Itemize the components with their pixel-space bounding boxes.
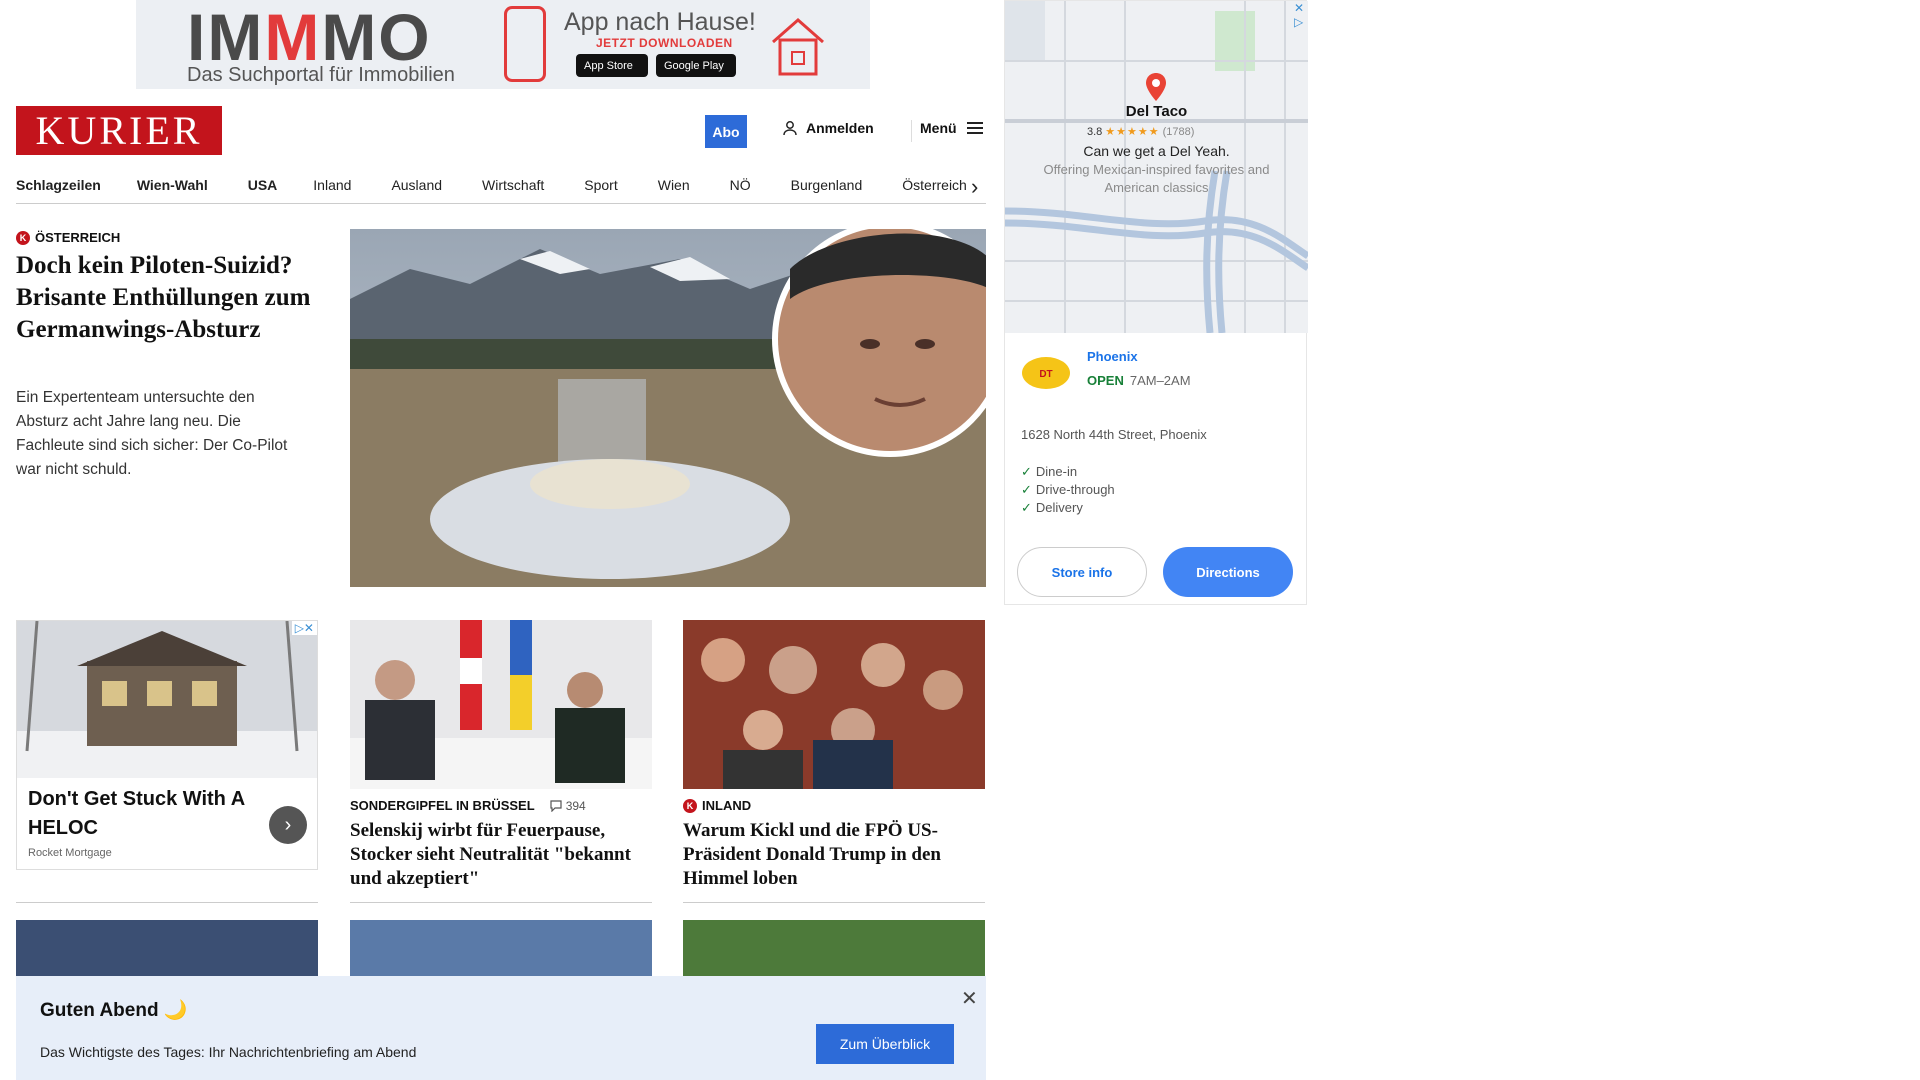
- nav-item-sport[interactable]: Sport: [584, 177, 617, 193]
- section-nav: Schlagzeilen Wien-Wahl USA Inland Auslan…: [16, 166, 986, 204]
- article-image-peek[interactable]: [350, 920, 652, 976]
- briefing-title: Guten Abend 🌙: [40, 1000, 188, 1021]
- login-label: Anmelden: [806, 120, 874, 136]
- store-features: ✓ Dine-in ✓ Drive-through ✓ Delivery: [1021, 463, 1115, 517]
- lead-photo: [350, 229, 986, 587]
- lead-teaser: Ein Expertenteam untersuchte den Absturz…: [16, 389, 288, 478]
- briefing-text: Das Wichtigste des Tages: Ihr Nachrichte…: [40, 1044, 417, 1060]
- check-icon: ✓: [1021, 464, 1032, 479]
- hamburger-icon: [966, 122, 983, 134]
- ad-brand-subtitle: Das Suchportal für Immobilien: [187, 64, 455, 86]
- ad-app-subtitle: JETZT DOWNLOADEN: [596, 36, 733, 50]
- sponsored-ad-card[interactable]: ▷✕ Don't Get Stuck With A HELOC Rocket M…: [16, 620, 318, 870]
- ad-choices-icon[interactable]: ▷✕: [291, 621, 317, 635]
- kurier-plus-icon: K: [16, 230, 30, 245]
- ad-source: Rocket Mortgage: [28, 847, 112, 859]
- article-headline[interactable]: Warum Kickl und die FPÖ US-Präsident Don…: [683, 819, 985, 891]
- lead-kicker-label: ÖSTERREICH: [35, 230, 121, 245]
- article-kicker: K INLAND: [683, 798, 985, 813]
- menu-button[interactable]: Menü: [920, 120, 983, 136]
- nav-item-wien-wahl[interactable]: Wien-Wahl: [137, 177, 208, 193]
- nav-item-ausland[interactable]: Ausland: [391, 177, 442, 193]
- comment-count[interactable]: 394: [550, 799, 586, 813]
- lead-image[interactable]: [350, 229, 986, 587]
- svg-text:DT: DT: [1039, 369, 1052, 380]
- store-hours: OPEN 7AM–2AM: [1087, 373, 1191, 388]
- store-address: 1628 North 44th Street, Phoenix: [1021, 427, 1207, 442]
- immmo-logo: IMMMO: [187, 0, 432, 74]
- article-image: [683, 620, 985, 789]
- rating-value: 3.8: [1087, 125, 1103, 138]
- phone-icon: [504, 6, 546, 82]
- hours-value: 7AM–2AM: [1129, 373, 1191, 388]
- place-rating: 3.8 ★★★★★ (1788): [1087, 125, 1195, 139]
- top-banner-ad[interactable]: IMMMO Das Suchportal für Immobilien App …: [136, 0, 870, 89]
- login-button[interactable]: Anmelden: [782, 120, 874, 136]
- nav-item-wirtschaft[interactable]: Wirtschaft: [482, 177, 544, 193]
- feature-item: ✓ Drive-through: [1021, 482, 1115, 497]
- article-image-peek[interactable]: [16, 920, 318, 976]
- nav-item-wien[interactable]: Wien: [658, 177, 690, 193]
- place-description: Offering Mexican-inspired favorites and …: [1043, 162, 1270, 195]
- feature-item: ✓ Delivery: [1021, 500, 1083, 515]
- ad-choices-icon[interactable]: ✕ ▷: [1294, 1, 1304, 29]
- store-city[interactable]: Phoenix: [1087, 349, 1138, 364]
- menu-label: Menü: [920, 120, 957, 136]
- ad-app-title: App nach Hause!: [564, 8, 756, 36]
- nav-item-schlagzeilen[interactable]: Schlagzeilen: [16, 177, 101, 193]
- article-card[interactable]: SONDERGIPFEL IN BRÜSSEL 394 Selenskij wi…: [350, 620, 652, 891]
- nav-item-noe[interactable]: NÖ: [730, 177, 751, 193]
- nav-item-oesterreich[interactable]: Österreich: [902, 177, 967, 193]
- kurier-logo[interactable]: KURIER: [16, 106, 222, 155]
- directions-button[interactable]: Directions: [1163, 547, 1293, 597]
- row-divider: [350, 902, 652, 903]
- article-kicker: SONDERGIPFEL IN BRÜSSEL 394: [350, 798, 652, 813]
- star-rating-icon: ★★★★★: [1105, 126, 1160, 138]
- ad-headline[interactable]: Don't Get Stuck With A HELOC: [28, 785, 258, 843]
- comment-count-value: 394: [565, 798, 586, 813]
- place-name: Del Taco: [1125, 103, 1188, 120]
- google-play-badge[interactable]: Google Play: [656, 54, 736, 77]
- article-image-peek[interactable]: [683, 920, 985, 976]
- store-actions: Store info Directions: [1017, 547, 1293, 597]
- article-card[interactable]: K INLAND Warum Kickl und die FPÖ US-Präs…: [683, 620, 985, 891]
- map-view[interactable]: Del Taco 3.8 ★★★★★ (1788) Can we get a D…: [1005, 1, 1308, 333]
- user-icon: [783, 121, 797, 136]
- kurier-plus-icon: K: [683, 798, 697, 813]
- article-kicker-label: INLAND: [702, 798, 752, 813]
- ad-image: [17, 621, 317, 778]
- check-icon: ✓: [1021, 482, 1032, 497]
- comment-icon: [550, 799, 562, 812]
- feature-item: ✓ Dine-in: [1021, 464, 1078, 479]
- row-divider: [683, 902, 985, 903]
- evening-briefing-bar: Guten Abend 🌙 Das Wichtigste des Tages: …: [16, 976, 986, 1080]
- abo-button[interactable]: Abo: [705, 115, 747, 148]
- article-image: [350, 620, 652, 789]
- nav-item-inland[interactable]: Inland: [313, 177, 351, 193]
- map-pin-icon[interactable]: [1145, 73, 1167, 101]
- nav-item-usa[interactable]: USA: [248, 177, 278, 193]
- house-icon: [772, 18, 824, 76]
- rating-count: (1788): [1162, 125, 1195, 138]
- row-divider: [16, 902, 318, 903]
- store-info-button[interactable]: Store info: [1017, 547, 1147, 597]
- open-status: OPEN: [1087, 373, 1124, 388]
- header-divider: [911, 120, 912, 142]
- overview-button[interactable]: Zum Überblick: [816, 1024, 954, 1064]
- article-headline[interactable]: Selenskij wirbt für Feuerpause, Stocker …: [350, 819, 652, 891]
- del-taco-logo: DT: [1022, 357, 1070, 389]
- chevron-right-icon[interactable]: ›: [971, 174, 978, 200]
- lead-kicker: K ÖSTERREICH: [16, 230, 120, 245]
- lead-headline[interactable]: Doch kein Piloten-Suizid? Brisante Enthü…: [16, 250, 316, 346]
- article-kicker-label: SONDERGIPFEL IN BRÜSSEL: [350, 798, 535, 813]
- nav-item-burgenland[interactable]: Burgenland: [791, 177, 863, 193]
- close-icon[interactable]: ✕: [961, 986, 978, 1011]
- app-store-badge[interactable]: App Store: [576, 54, 648, 77]
- check-icon: ✓: [1021, 500, 1032, 515]
- chevron-right-icon[interactable]: ›: [269, 806, 307, 844]
- place-tagline: Can we get a Del Yeah.: [1083, 143, 1230, 159]
- map-ad[interactable]: Del Taco 3.8 ★★★★★ (1788) Can we get a D…: [1004, 0, 1308, 605]
